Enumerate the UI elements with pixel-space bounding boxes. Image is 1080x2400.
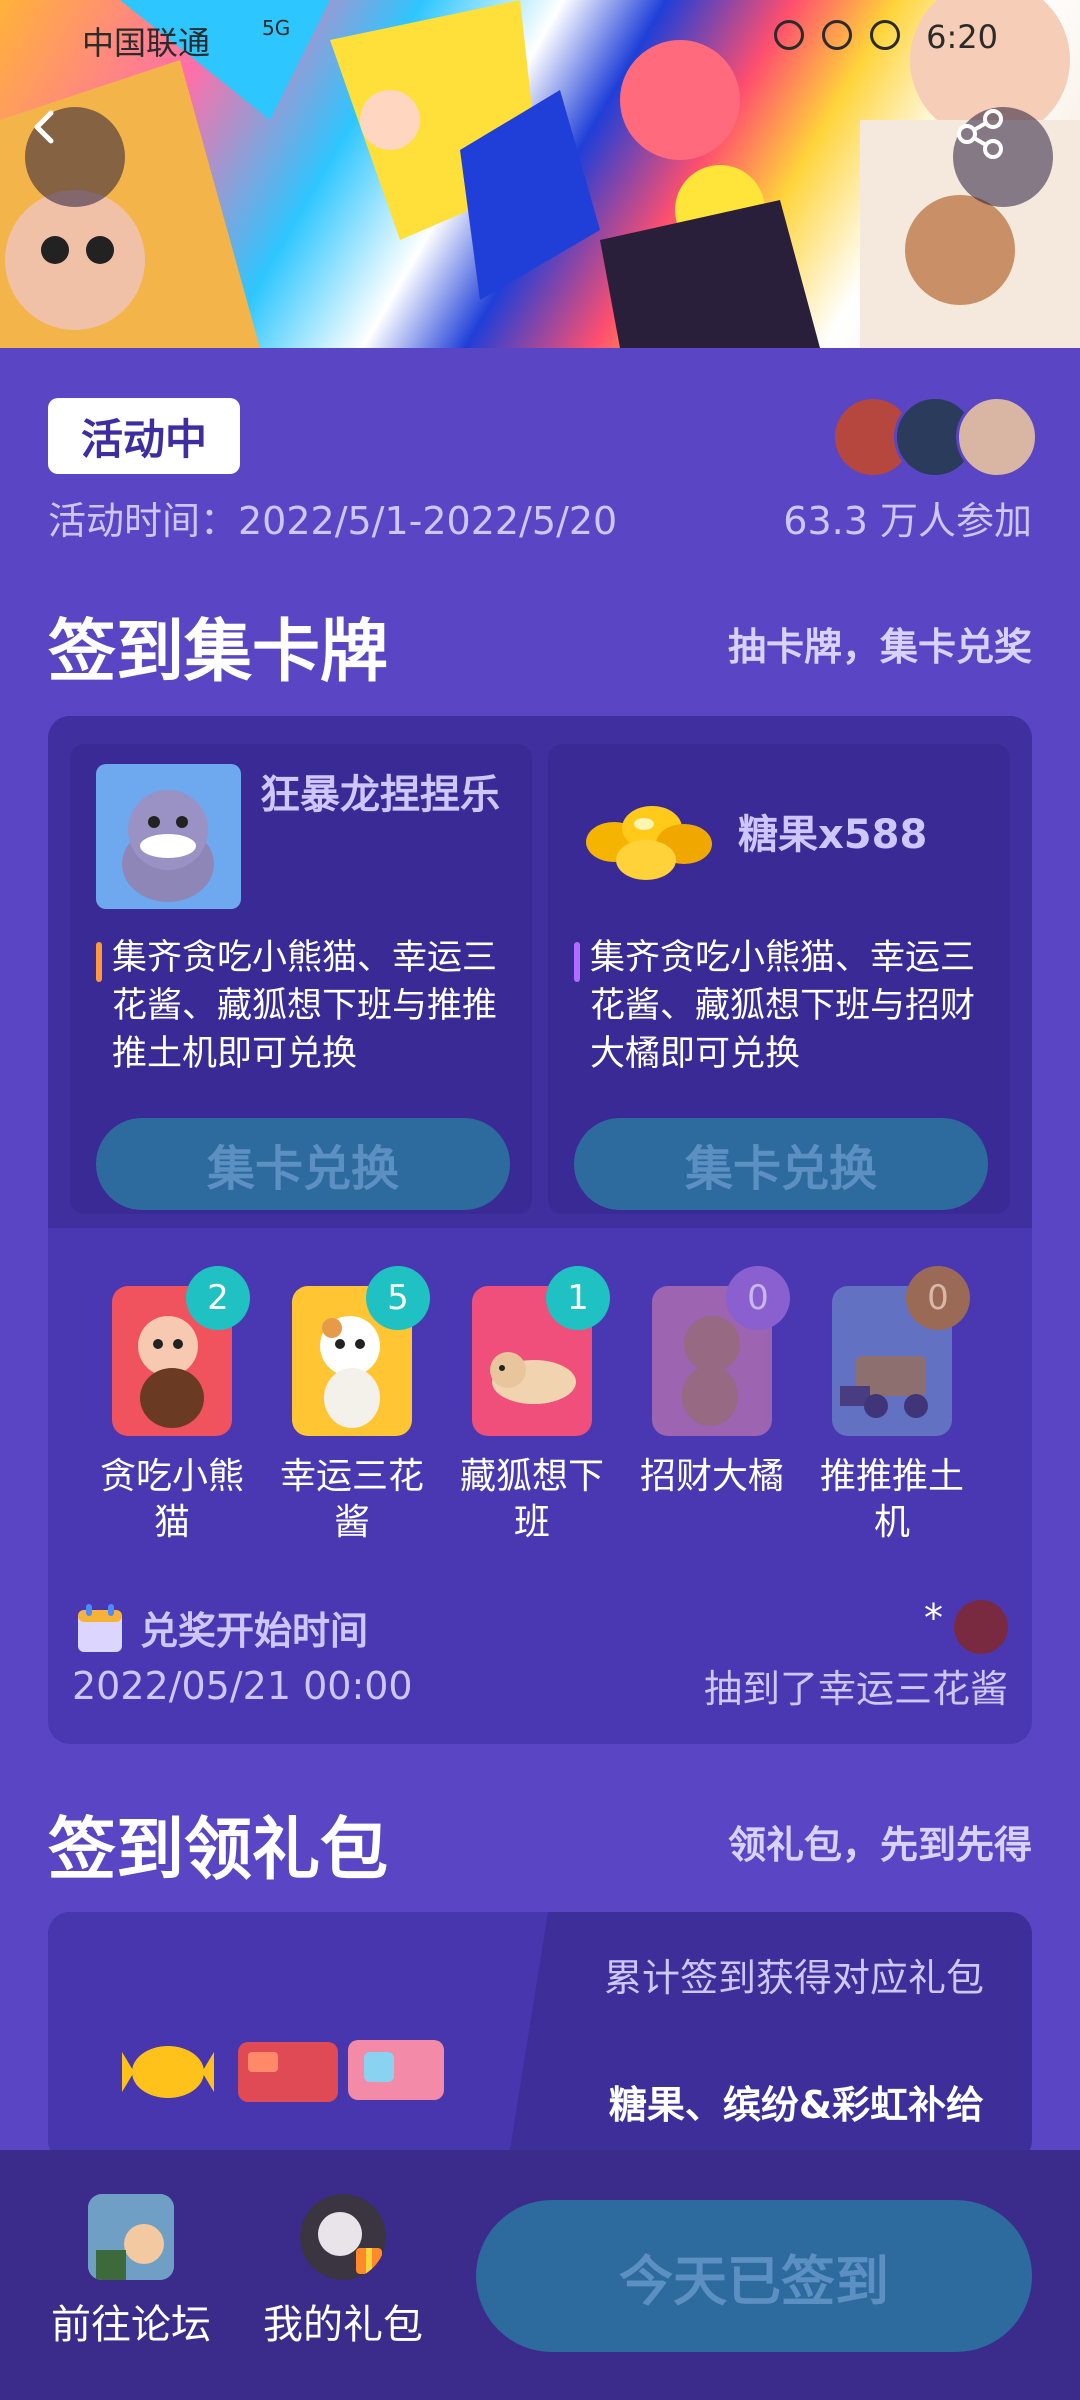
reward-description: 集齐贪吃小熊猫、幸运三花酱、藏狐想下班与招财大橘即可兑换 (574, 934, 1000, 1078)
card-count-badge: 5 (366, 1266, 430, 1330)
reward-image-dinosaur (96, 764, 241, 909)
section-subtitle-cards: 抽卡牌，集卡兑奖 (727, 625, 1032, 669)
redeem-start-label: 兑奖开始时间 (140, 1609, 369, 1653)
accent-bar (574, 942, 580, 982)
status-icons (774, 20, 900, 50)
reward-card: 狂暴龙捏捏乐 集齐贪吃小熊猫、幸运三花酱、藏狐想下班与推推推土机即可兑换 集卡兑… (70, 744, 532, 1214)
mute-icon (870, 20, 900, 50)
section-title-gifts: 签到领礼包 (48, 1811, 389, 1890)
section-subtitle-gifts: 领礼包，先到先得 (727, 1823, 1032, 1867)
gift-panel: 累计签到获得对应礼包 糖果、缤纷&彩虹补给 (48, 1912, 1032, 2162)
card-count-badge: 0 (906, 1266, 970, 1330)
calendar-icon (78, 1604, 122, 1652)
gift-items-text: 糖果、缤纷&彩虹补给 (608, 2083, 984, 2127)
section-title-cards: 签到集卡牌 (48, 613, 389, 692)
exchange-button[interactable]: 集卡兑换 (574, 1118, 988, 1210)
participant-avatars (832, 396, 1038, 478)
status-bar: 中国联通 5G 6:20 (0, 0, 1080, 70)
activity-time: 活动时间：2022/5/1-2022/5/20 (48, 499, 618, 543)
exchange-button[interactable]: 集卡兑换 (96, 1118, 510, 1210)
gift-avatar-icon (300, 2194, 386, 2280)
gift-description: 累计签到获得对应礼包 (603, 1956, 984, 2000)
my-gifts-label: 我的礼包 (263, 2302, 423, 2348)
gift-items-area (48, 1912, 548, 2162)
card-count-badge: 2 (186, 1266, 250, 1330)
card-label: 贪吃小熊猫 (99, 1456, 244, 1543)
redeem-start-time: 2022/05/21 00:00 (72, 1664, 413, 1708)
rewards-area: 狂暴龙捏捏乐 集齐贪吃小熊猫、幸运三花酱、藏狐想下班与推推推土机即可兑换 集卡兑… (48, 716, 1032, 1228)
card-label: 藏狐想下班 (459, 1456, 604, 1543)
forum-button[interactable]: 前往论坛 (46, 2194, 216, 2350)
reward-description: 集齐贪吃小熊猫、幸运三花酱、藏狐想下班与推推推土机即可兑换 (96, 934, 522, 1078)
bottom-action-bar: 前往论坛 我的礼包 今天已签到 (0, 2150, 1080, 2400)
signed-in-button[interactable]: 今天已签到 (476, 2200, 1032, 2352)
clock-label: 6:20 (926, 18, 998, 56)
reward-name: 狂暴龙捏捏乐 (260, 772, 500, 818)
eye-icon (774, 20, 804, 50)
activity-status-badge: 活动中 (48, 398, 240, 474)
avatar (956, 396, 1038, 478)
candy-pile-icon (586, 806, 712, 880)
back-button[interactable] (25, 107, 125, 207)
card-collection-panel: 狂暴龙捏捏乐 集齐贪吃小熊猫、幸运三花酱、藏狐想下班与推推推土机即可兑换 集卡兑… (48, 716, 1032, 1744)
card-count-badge: 0 (726, 1266, 790, 1330)
reward-description-text: 集齐贪吃小熊猫、幸运三花酱、藏狐想下班与招财大橘即可兑换 (590, 938, 976, 1074)
participant-count: 63.3 万人参加 (783, 499, 1032, 543)
reward-name: 糖果x588 (738, 812, 928, 858)
carrier-label: 中国联通 (82, 24, 211, 62)
reward-description-text: 集齐贪吃小熊猫、幸运三花酱、藏狐想下班与推推推土机即可兑换 (112, 938, 498, 1074)
game-icon (88, 2194, 174, 2280)
my-gifts-button[interactable]: 我的礼包 (258, 2194, 428, 2350)
ticker-avatar (954, 1600, 1008, 1654)
forum-icon (88, 2194, 174, 2280)
gift-items-illustration (122, 2040, 444, 2102)
card-label: 招财大橘 (639, 1456, 784, 1497)
ticker-username: * (924, 1596, 943, 1640)
share-button[interactable] (953, 107, 1053, 207)
card-label: 推推推土机 (819, 1456, 964, 1543)
accent-bar (96, 942, 102, 982)
reward-card: 糖果x588 集齐贪吃小熊猫、幸运三花酱、藏狐想下班与招财大橘即可兑换 集卡兑换 (548, 744, 1010, 1214)
collectible-cards-row: 2 贪吃小熊猫 5 幸运三花酱 1 藏狐想下班 0 招财大橘 0 推推推土机 (48, 1266, 1032, 1543)
chevron-left-icon (34, 110, 54, 144)
card-label: 幸运三花酱 (279, 1456, 424, 1543)
reward-image-candy (574, 764, 719, 909)
alarm-icon (822, 20, 852, 50)
card-count-badge: 1 (546, 1266, 610, 1330)
draw-ticker-text: 抽到了幸运三花酱 (703, 1667, 1008, 1711)
share-icon (957, 109, 1003, 159)
dinosaur-toy-icon (122, 790, 214, 902)
network-label: 5G (262, 16, 291, 40)
my-gifts-icon (300, 2194, 386, 2280)
event-banner: 中国联通 5G 6:20 (0, 0, 1080, 348)
forum-label: 前往论坛 (51, 2302, 211, 2348)
